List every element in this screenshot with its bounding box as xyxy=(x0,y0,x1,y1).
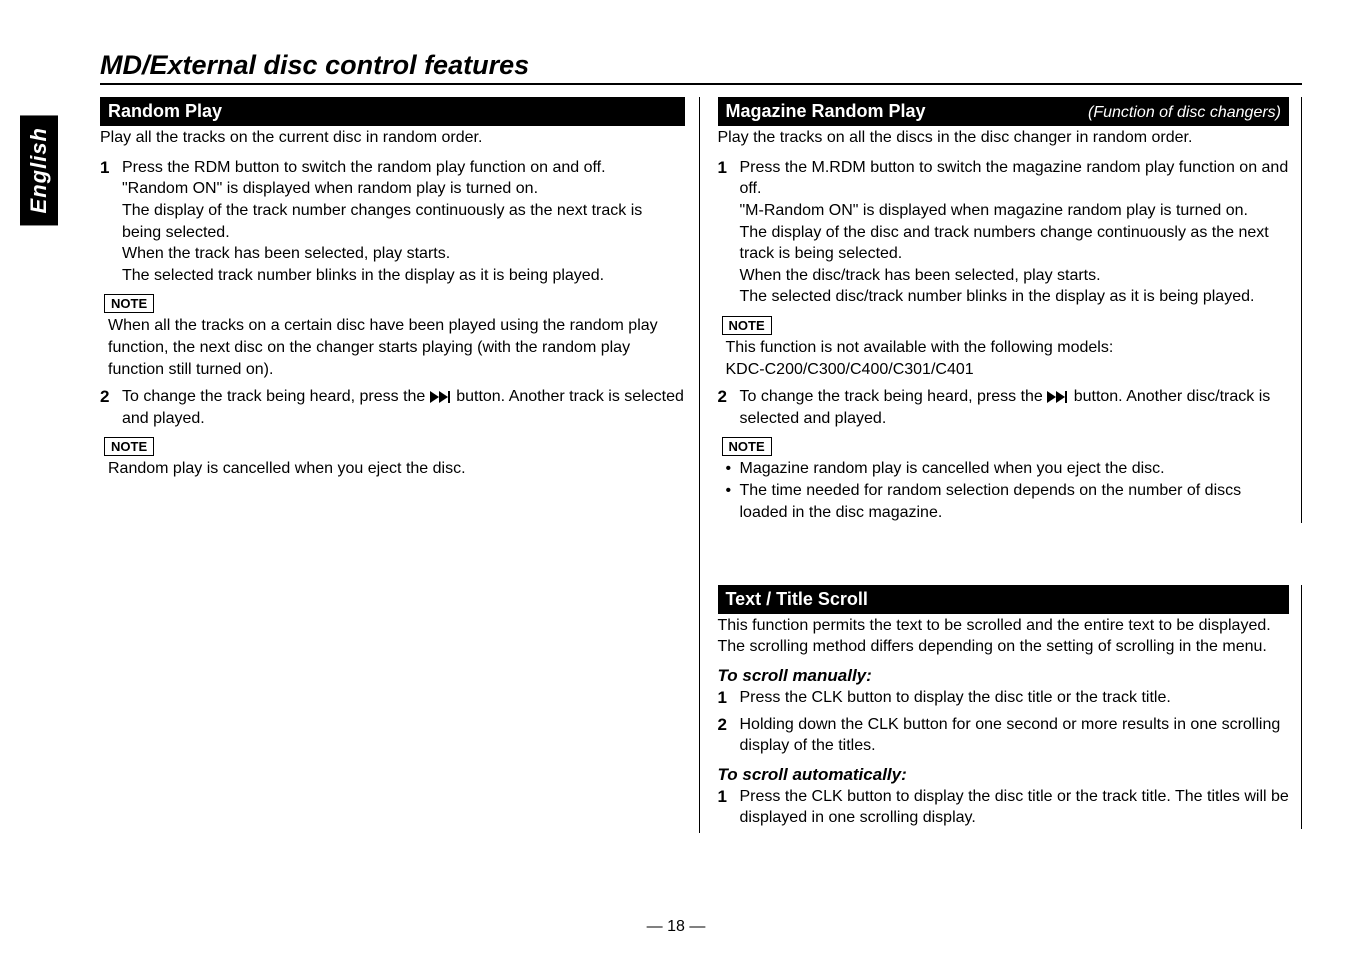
next-track-icon xyxy=(1047,391,1069,403)
step-number: 1 xyxy=(718,786,740,829)
scroll-manually-heading: To scroll manually: xyxy=(718,666,1290,686)
magazine-intro: Play the tracks on all the discs in the … xyxy=(718,128,1290,149)
note-label: NOTE xyxy=(722,316,772,335)
magazine-step-1: 1 Press the M.RDM button to switch the m… xyxy=(718,157,1290,308)
step-number: 1 xyxy=(718,157,740,308)
step-body: Press the CLK button to display the disc… xyxy=(740,687,1290,710)
page-number: — 18 — xyxy=(647,918,706,936)
step-body: Press the CLK button to display the disc… xyxy=(740,786,1290,829)
bullet-dot: • xyxy=(726,458,740,480)
step-body: Press the M.RDM button to switch the mag… xyxy=(740,157,1290,308)
step-body: To change the track being heard, press t… xyxy=(740,386,1290,429)
magazine-header: Magazine Random Play (Function of disc c… xyxy=(718,97,1290,126)
auto-step-1: 1 Press the CLK button to display the di… xyxy=(718,786,1290,829)
note-text: Random play is cancelled when you eject … xyxy=(108,458,685,480)
step-body: Holding down the CLK button for one seco… xyxy=(740,714,1290,757)
note-text: This function is not available with the … xyxy=(726,337,1290,380)
right-column: Magazine Random Play (Function of disc c… xyxy=(718,97,1303,833)
text-scroll-intro: This function permits the text to be scr… xyxy=(718,616,1290,658)
random-step-1: 1 Press the RDM button to switch the ran… xyxy=(100,157,685,287)
page-title: MD/External disc control features xyxy=(100,50,1302,85)
random-play-header: Random Play xyxy=(100,97,685,126)
note-label: NOTE xyxy=(104,437,154,456)
step-number: 2 xyxy=(100,386,122,429)
bullet-text: Magazine random play is cancelled when y… xyxy=(740,458,1165,480)
random-step-2: 2 To change the track being heard, press… xyxy=(100,386,685,429)
step-body: Press the RDM button to switch the rando… xyxy=(122,157,685,287)
manual-step-1: 1 Press the CLK button to display the di… xyxy=(718,687,1290,710)
bullet-item: • Magazine random play is cancelled when… xyxy=(726,458,1290,480)
random-play-intro: Play all the tracks on the current disc … xyxy=(100,128,685,149)
step-text-a: To change the track being heard, press t… xyxy=(122,388,430,405)
step-number: 1 xyxy=(100,157,122,287)
note-label: NOTE xyxy=(722,437,772,456)
step-body: To change the track being heard, press t… xyxy=(122,386,685,429)
text-scroll-title: Text / Title Scroll xyxy=(726,589,868,610)
random-play-title: Random Play xyxy=(108,101,222,122)
bullet-item: • The time needed for random selection d… xyxy=(726,480,1290,523)
language-tab: English xyxy=(20,115,58,225)
magazine-subtitle: (Function of disc changers) xyxy=(1088,104,1281,122)
step-number: 1 xyxy=(718,687,740,710)
text-scroll-header: Text / Title Scroll xyxy=(718,585,1290,614)
note-label: NOTE xyxy=(104,294,154,313)
note-bullets: • Magazine random play is cancelled when… xyxy=(726,458,1290,523)
step-number: 2 xyxy=(718,386,740,429)
note-text: When all the tracks on a certain disc ha… xyxy=(108,315,685,380)
step-text-a: To change the track being heard, press t… xyxy=(740,388,1048,405)
bullet-text: The time needed for random selection dep… xyxy=(740,480,1290,523)
magazine-section: Magazine Random Play (Function of disc c… xyxy=(718,97,1303,523)
scroll-auto-heading: To scroll automatically: xyxy=(718,765,1290,785)
left-column: Random Play Play all the tracks on the c… xyxy=(100,97,700,833)
next-track-icon xyxy=(430,391,452,403)
content-columns: Random Play Play all the tracks on the c… xyxy=(100,97,1302,833)
magazine-title: Magazine Random Play xyxy=(726,101,926,122)
step-number: 2 xyxy=(718,714,740,757)
manual-step-2: 2 Holding down the CLK button for one se… xyxy=(718,714,1290,757)
text-scroll-section: Text / Title Scroll This function permit… xyxy=(718,585,1303,829)
magazine-step-2: 2 To change the track being heard, press… xyxy=(718,386,1290,429)
bullet-dot: • xyxy=(726,480,740,523)
